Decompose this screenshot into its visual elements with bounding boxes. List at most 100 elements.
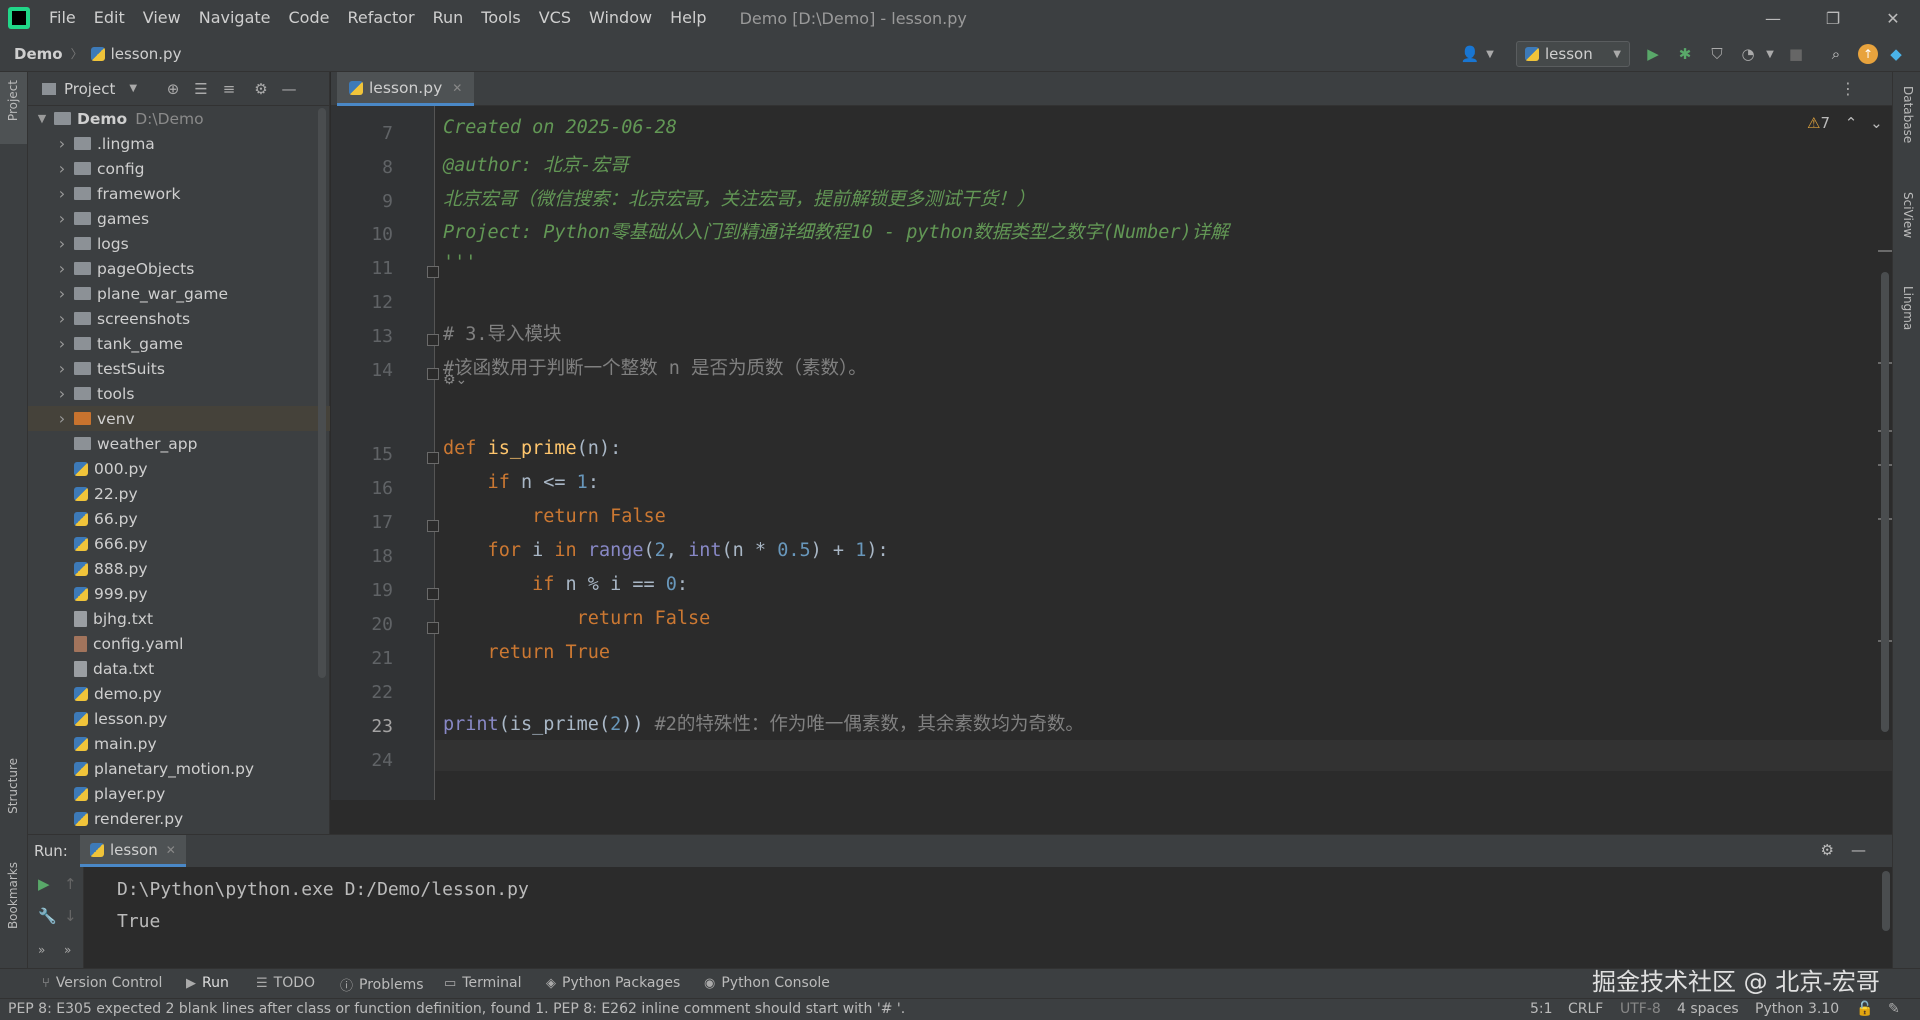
debug-icon[interactable]: ✱: [1675, 44, 1695, 64]
tree-item[interactable]: 666.py: [28, 531, 330, 556]
line-separator[interactable]: CRLF: [1568, 1001, 1603, 1017]
tab-problems[interactable]: ⓘ Problems: [340, 975, 424, 995]
fold-marker-icon[interactable]: [427, 334, 439, 346]
code-line[interactable]: @author: 北京-宏哥: [443, 151, 628, 177]
restore-icon[interactable]: ❐: [1806, 0, 1860, 36]
run-configuration-select[interactable]: lesson ▼: [1516, 41, 1630, 67]
code-line[interactable]: return False: [443, 506, 666, 527]
code-line[interactable]: for i in range(2, int(n * 0.5) + 1):: [443, 540, 889, 561]
tree-item[interactable]: weather_app: [28, 431, 330, 456]
ai-assistant-icon[interactable]: ⚙⌄: [443, 372, 467, 388]
tree-item[interactable]: › tank_game: [28, 331, 330, 356]
breadcrumb-project[interactable]: Demo: [14, 45, 63, 63]
lock-icon[interactable]: 🔓: [1856, 1001, 1873, 1017]
code-line[interactable]: 北京宏哥（微信搜索：北京宏哥，关注宏哥，提前解锁更多测试干货！）: [443, 185, 1035, 211]
search-icon[interactable]: ⌕: [1826, 44, 1846, 64]
menu-refactor[interactable]: Refactor: [338, 0, 423, 36]
fold-marker-icon[interactable]: [427, 622, 439, 634]
rerun-icon[interactable]: ▶: [38, 875, 50, 893]
tree-item[interactable]: 000.py: [28, 456, 330, 481]
gear-icon[interactable]: ⚙: [252, 80, 270, 98]
run-tab-lesson[interactable]: lesson ✕: [80, 835, 186, 867]
code-line[interactable]: return True: [443, 642, 611, 663]
tree-item[interactable]: lesson.py: [28, 706, 330, 731]
tab-python-packages[interactable]: ◈ Python Packages: [546, 975, 680, 991]
fold-marker-icon[interactable]: [427, 588, 439, 600]
tree-item[interactable]: › venv: [28, 406, 330, 431]
menu-run[interactable]: Run: [424, 0, 473, 36]
tab-terminal[interactable]: ▭ Terminal: [444, 975, 521, 991]
coverage-icon[interactable]: ⛉: [1707, 44, 1727, 64]
update-icon[interactable]: ↑: [1858, 44, 1878, 64]
user-icon[interactable]: 👤: [1460, 44, 1480, 64]
tree-item[interactable]: 66.py: [28, 506, 330, 531]
code-line[interactable]: if n % i == 0:: [443, 574, 688, 595]
structure-tool-button[interactable]: Structure: [6, 758, 20, 814]
close-tab-icon[interactable]: ✕: [166, 843, 176, 857]
chevron-down-icon[interactable]: ▼: [1760, 44, 1780, 64]
down-arrow-icon[interactable]: ↓: [64, 907, 77, 925]
profile-icon[interactable]: ◔: [1738, 44, 1758, 64]
tree-item[interactable]: › screenshots: [28, 306, 330, 331]
expand-all-icon[interactable]: ☰: [192, 80, 210, 98]
fold-marker-icon[interactable]: [427, 520, 439, 532]
tree-item[interactable]: 888.py: [28, 556, 330, 581]
tree-item[interactable]: › games: [28, 206, 330, 231]
fold-marker-icon[interactable]: [427, 452, 439, 464]
tree-item[interactable]: › pageObjects: [28, 256, 330, 281]
tree-item[interactable]: main.py: [28, 731, 330, 756]
project-scrollbar[interactable]: [318, 108, 326, 678]
tree-item[interactable]: bjhg.txt: [28, 606, 330, 631]
menu-code[interactable]: Code: [280, 0, 339, 36]
menu-edit[interactable]: Edit: [85, 0, 134, 36]
run-icon[interactable]: ▶: [1643, 44, 1663, 64]
locate-icon[interactable]: ⊕: [164, 80, 182, 98]
gear-icon[interactable]: ⚙: [1821, 841, 1834, 859]
tree-item[interactable]: 999.py: [28, 581, 330, 606]
up-arrow-icon[interactable]: ↑: [64, 875, 77, 893]
hide-icon[interactable]: —: [280, 80, 298, 98]
tree-item[interactable]: demo.py: [28, 681, 330, 706]
menu-vcs[interactable]: VCS: [530, 0, 580, 36]
inspection-widget[interactable]: ⚠7 ⌃ ⌄: [1807, 114, 1883, 132]
tree-root[interactable]: ▼ Demo D:\Demo: [28, 106, 330, 131]
hide-icon[interactable]: —: [1851, 841, 1866, 859]
tree-item[interactable]: › tools: [28, 381, 330, 406]
tree-item[interactable]: config.yaml: [28, 631, 330, 656]
editor-scrollbar[interactable]: [1881, 272, 1889, 732]
tab-version-control[interactable]: ⑂ Version Control: [42, 975, 162, 991]
more-options-icon[interactable]: ⋮: [1840, 79, 1856, 98]
python-interpreter[interactable]: Python 3.10: [1755, 1001, 1839, 1017]
close-icon[interactable]: ✕: [1866, 0, 1920, 36]
tree-item[interactable]: › logs: [28, 231, 330, 256]
menu-navigate[interactable]: Navigate: [190, 0, 280, 36]
code-line[interactable]: if n <= 1:: [443, 472, 599, 493]
notifications-icon[interactable]: ✎: [1888, 1001, 1900, 1017]
bookmarks-tool-button[interactable]: Bookmarks: [6, 862, 20, 929]
tab-lesson-py[interactable]: lesson.py ✕: [337, 72, 475, 106]
sciview-tool-button[interactable]: SciView: [1901, 192, 1915, 238]
code-line[interactable]: return False: [443, 608, 711, 629]
menu-help[interactable]: Help: [661, 0, 715, 36]
close-tab-icon[interactable]: ✕: [452, 81, 462, 95]
code-line[interactable]: Project: Python零基础从入门到精通详细教程10 - python数…: [443, 218, 1229, 244]
chevron-up-icon[interactable]: ⌃: [1845, 114, 1858, 132]
chevron-down-icon[interactable]: ▼: [1480, 44, 1500, 64]
minimize-icon[interactable]: —: [1746, 0, 1800, 36]
more-icon[interactable]: »: [38, 943, 45, 957]
code-line[interactable]: Created on 2025-06-28: [443, 117, 677, 138]
tree-item[interactable]: 22.py: [28, 481, 330, 506]
indent-setting[interactable]: 4 spaces: [1677, 1001, 1739, 1017]
tab-run[interactable]: ▶ Run: [186, 975, 229, 991]
tree-item[interactable]: › plane_war_game: [28, 281, 330, 306]
tree-item[interactable]: › config: [28, 156, 330, 181]
tree-item[interactable]: › .lingma: [28, 131, 330, 156]
more-icon[interactable]: »: [64, 943, 71, 957]
collapse-all-icon[interactable]: ≡: [220, 80, 238, 98]
stop-icon[interactable]: ■: [1786, 44, 1806, 64]
status-message[interactable]: PEP 8: E305 expected 2 blank lines after…: [8, 1001, 905, 1017]
database-tool-button[interactable]: Database: [1901, 86, 1915, 143]
code-line[interactable]: #该函数用于判断一个整数 n 是否为质数（素数）。: [443, 354, 867, 380]
tree-item[interactable]: data.txt: [28, 656, 330, 681]
tree-item[interactable]: player.py: [28, 781, 330, 806]
